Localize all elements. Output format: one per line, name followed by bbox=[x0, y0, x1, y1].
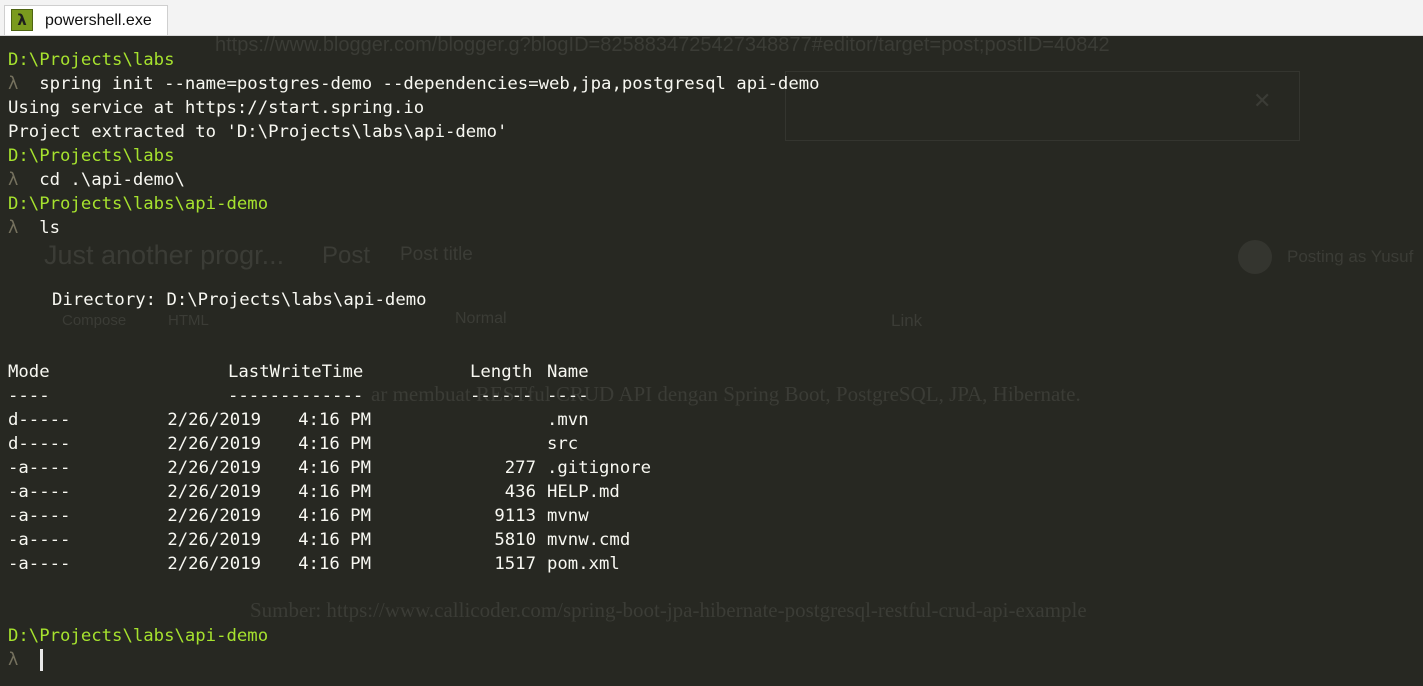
terminal-area[interactable]: https://www.blogger.com/blogger.g?blogID… bbox=[0, 36, 1423, 686]
command-text: ls bbox=[39, 218, 61, 238]
tab-powershell[interactable]: λ powershell.exe bbox=[4, 5, 168, 35]
cell-date: 2/26/2019 bbox=[167, 554, 261, 574]
text-cursor bbox=[40, 649, 43, 671]
cell-length: 277 bbox=[504, 458, 536, 478]
cell-mode: -a---- bbox=[8, 482, 71, 502]
command-line: λ ls bbox=[8, 216, 60, 240]
ghost-blog-title: Just another progr... bbox=[44, 240, 285, 270]
cell-mode: -a---- bbox=[8, 530, 71, 550]
command-line: λ spring init --name=postgres-demo --dep… bbox=[8, 72, 820, 96]
cell-date: 2/26/2019 bbox=[167, 434, 261, 454]
ghost-close-icon: ✕ bbox=[1253, 88, 1272, 113]
ghost-search-box bbox=[785, 71, 1300, 141]
ghost-post-label: Post bbox=[322, 242, 371, 269]
cell-mode: -a---- bbox=[8, 506, 71, 526]
directory-line: Directory: D:\Projects\labs\api-demo bbox=[52, 290, 427, 310]
output-line: Project extracted to 'D:\Projects\labs\a… bbox=[8, 122, 508, 142]
input-line[interactable]: λ bbox=[8, 648, 18, 672]
command-text: cd .\api-demo\ bbox=[39, 170, 185, 190]
cell-name: pom.xml bbox=[547, 554, 620, 574]
cell-name: .mvn bbox=[547, 410, 589, 430]
prompt-line: D:\Projects\labs\api-demo bbox=[8, 626, 269, 646]
cell-length bbox=[460, 432, 536, 456]
tab-title: powershell.exe bbox=[45, 12, 152, 29]
output-line: Using service at https://start.spring.io bbox=[8, 98, 425, 118]
tab-bar: λ powershell.exe bbox=[0, 0, 1423, 36]
ghost-url: https://www.blogger.com/blogger.g?blogID… bbox=[215, 36, 1110, 56]
ghost-posting-as: Posting as Yusuf bbox=[1287, 247, 1414, 266]
ghost-avatar bbox=[1238, 240, 1272, 274]
command-text: spring init --name=postgres-demo --depen… bbox=[39, 74, 820, 94]
ghost-post-title: Post title bbox=[400, 244, 473, 265]
cell-name: HELP.md bbox=[547, 482, 620, 502]
cell-time: 4:16 PM bbox=[298, 506, 371, 526]
lambda-prompt-icon: λ bbox=[8, 74, 19, 94]
underline-name: ---- bbox=[547, 386, 589, 406]
cell-length: 436 bbox=[504, 482, 536, 502]
command-line: λ cd .\api-demo\ bbox=[8, 168, 185, 192]
cell-time: 4:16 PM bbox=[298, 434, 371, 454]
underline-lastwritetime: ------------- bbox=[228, 386, 364, 406]
cell-date: 2/26/2019 bbox=[167, 482, 261, 502]
cell-time: 4:16 PM bbox=[298, 554, 371, 574]
cell-date: 2/26/2019 bbox=[167, 410, 261, 430]
cell-mode: d----- bbox=[8, 434, 71, 454]
lambda-icon: λ bbox=[11, 9, 33, 31]
cell-mode: -a---- bbox=[8, 554, 71, 574]
cell-time: 4:16 PM bbox=[298, 410, 371, 430]
cell-name: mvnw.cmd bbox=[547, 530, 631, 550]
lambda-prompt-icon: λ bbox=[8, 650, 19, 670]
cell-length: 5810 bbox=[494, 530, 536, 550]
underline-mode: ---- bbox=[8, 386, 50, 406]
cell-length: 9113 bbox=[494, 506, 536, 526]
cell-time: 4:16 PM bbox=[298, 482, 371, 502]
ghost-normal: Normal bbox=[455, 310, 507, 327]
lambda-prompt-icon: λ bbox=[8, 218, 19, 238]
header-length: Length bbox=[470, 362, 533, 382]
cell-mode: -a---- bbox=[8, 458, 71, 478]
header-name: Name bbox=[547, 362, 589, 382]
ghost-compose: Compose bbox=[62, 312, 127, 329]
header-lastwritetime: LastWriteTime bbox=[228, 362, 364, 382]
cell-time: 4:16 PM bbox=[298, 530, 371, 550]
prompt-line: D:\Projects\labs bbox=[8, 50, 175, 70]
cell-date: 2/26/2019 bbox=[167, 530, 261, 550]
header-mode: Mode bbox=[8, 362, 50, 382]
cell-length: 1517 bbox=[494, 554, 536, 574]
cell-time: 4:16 PM bbox=[298, 458, 371, 478]
cell-name: src bbox=[547, 434, 579, 454]
cell-date: 2/26/2019 bbox=[167, 506, 261, 526]
cell-name: .gitignore bbox=[547, 458, 652, 478]
cell-name: mvnw bbox=[547, 506, 589, 526]
prompt-line: D:\Projects\labs bbox=[8, 146, 175, 166]
cell-length bbox=[460, 408, 536, 432]
cell-mode: d----- bbox=[8, 410, 71, 430]
prompt-line: D:\Projects\labs\api-demo bbox=[8, 194, 269, 214]
cell-date: 2/26/2019 bbox=[167, 458, 261, 478]
lambda-prompt-icon: λ bbox=[8, 170, 19, 190]
underline-length: ------ bbox=[470, 386, 533, 406]
ghost-link: Link bbox=[891, 311, 923, 330]
ghost-source-text: Sumber: https://www.callicoder.com/sprin… bbox=[250, 598, 1087, 622]
ghost-html: HTML bbox=[168, 312, 209, 329]
